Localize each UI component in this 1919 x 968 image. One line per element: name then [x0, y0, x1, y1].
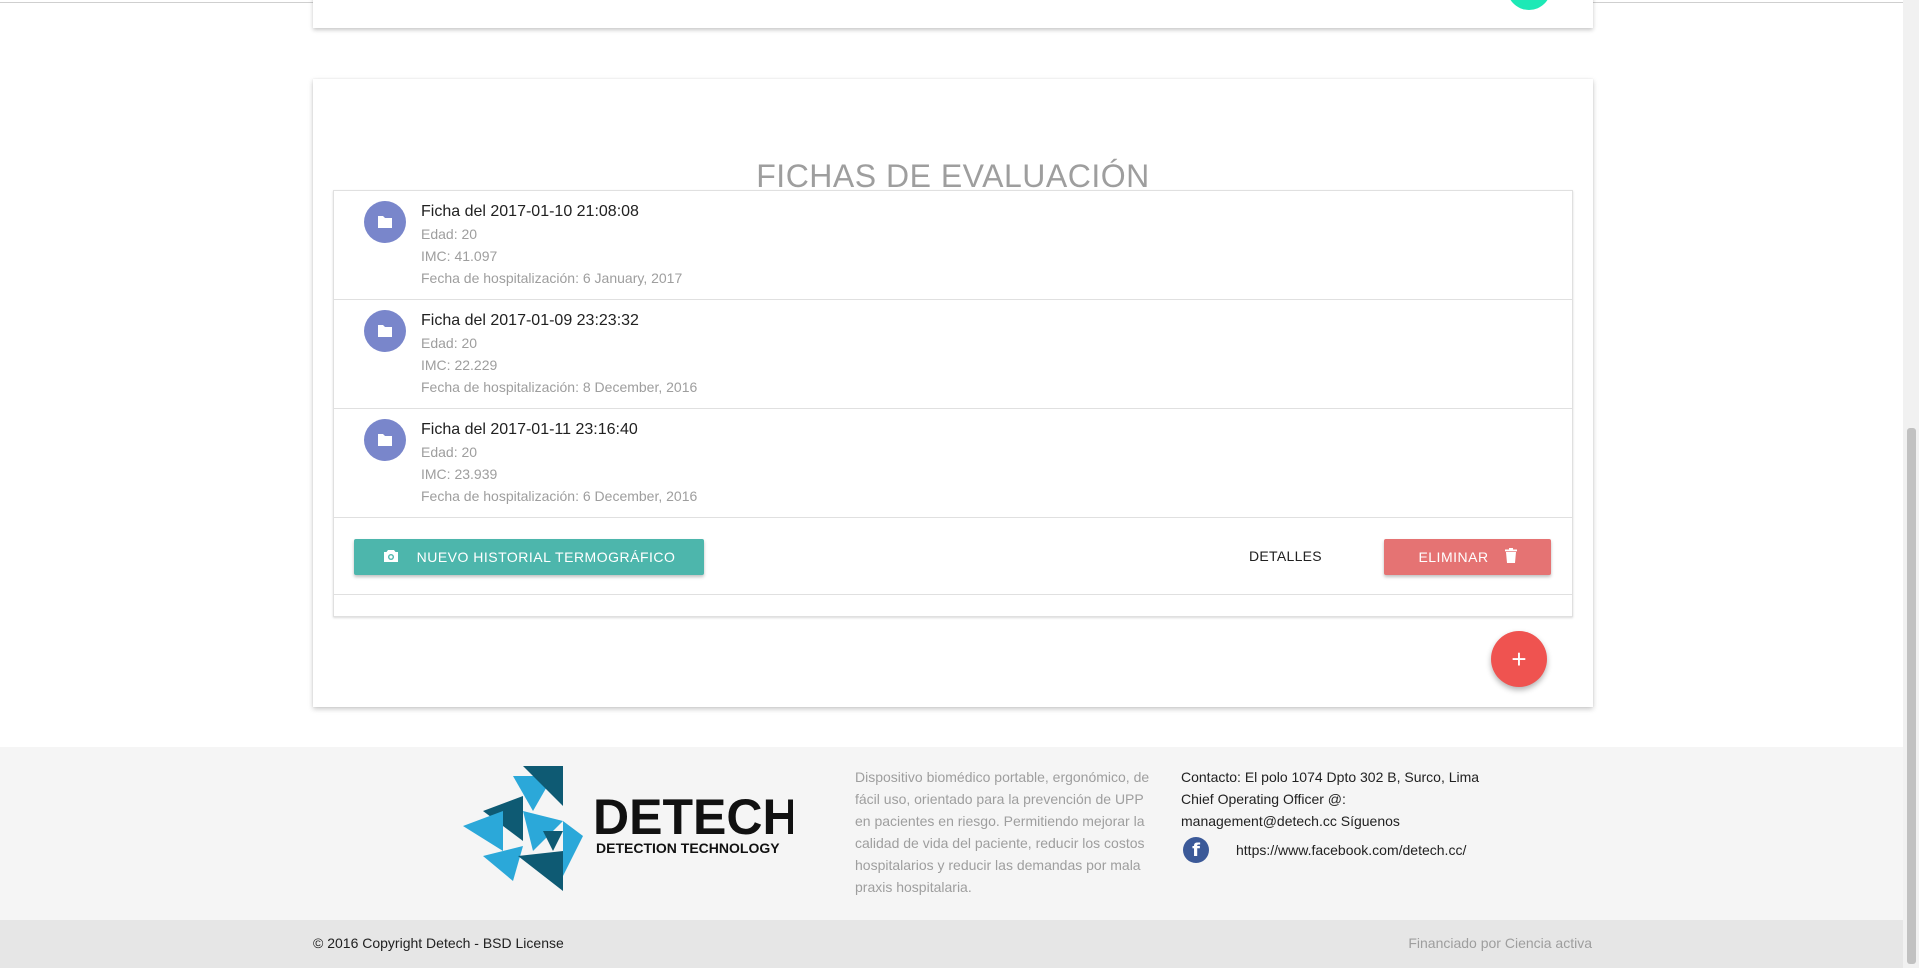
list-item[interactable]: Ficha del 2017-01-09 23:23:32 Edad: 20 I…: [334, 300, 1572, 409]
camera-icon: [383, 549, 399, 566]
ficha-edad: Edad: 20: [421, 444, 478, 460]
trash-icon: [1504, 548, 1517, 566]
list-item[interactable]: Ficha del 2017-01-10 21:08:08 Edad: 20 I…: [334, 191, 1572, 300]
facebook-link[interactable]: https://www.facebook.com/detech.cc/: [1236, 842, 1466, 858]
fichas-list: Ficha del 2017-01-10 21:08:08 Edad: 20 I…: [333, 190, 1573, 617]
ficha-imc: IMC: 23.939: [421, 466, 498, 482]
ficha-imc: IMC: 41.097: [421, 248, 498, 264]
ficha-edad: Edad: 20: [421, 226, 478, 242]
list-item[interactable]: Ficha del 2017-01-11 23:16:40 Edad: 20 I…: [334, 409, 1572, 518]
ficha-imc: IMC: 22.229: [421, 357, 498, 373]
previous-card: [313, 0, 1593, 28]
nuevo-historial-label: NUEVO HISTORIAL TERMOGRÁFICO: [416, 549, 676, 565]
funded-by-link[interactable]: Financiado por Ciencia activa: [1408, 935, 1592, 951]
footer-bottom: © 2016 Copyright Detech - BSD License Fi…: [0, 920, 1903, 968]
logo-name: DETECH: [593, 789, 793, 845]
folder-icon: [364, 201, 406, 243]
detech-logo: DETECH DETECTION TECHNOLOGY: [463, 766, 799, 896]
add-ficha-button[interactable]: +: [1491, 631, 1547, 687]
page: FICHAS DE EVALUACIÓN Ficha del 2017-01-1…: [0, 0, 1919, 968]
folder-icon: [364, 310, 406, 352]
footer-contact: Contacto: El polo 1074 Dpto 302 B, Surco…: [1181, 769, 1480, 829]
ficha-title: Ficha del 2017-01-09 23:23:32: [421, 312, 639, 329]
footer: DETECH DETECTION TECHNOLOGY Dispositivo …: [0, 747, 1903, 920]
ficha-edad: Edad: 20: [421, 335, 478, 351]
facebook-icon[interactable]: f: [1183, 837, 1209, 863]
facebook-row[interactable]: f https://www.facebook.com/detech.cc/: [1181, 837, 1466, 863]
ficha-fecha: Fecha de hospitalización: 8 December, 20…: [421, 379, 698, 395]
folder-icon: [364, 419, 406, 461]
logo-tagline: DETECTION TECHNOLOGY: [596, 840, 780, 856]
footer-description: Dispositivo biomédico portable, ergonómi…: [855, 769, 1150, 895]
fichas-card: FICHAS DE EVALUACIÓN Ficha del 2017-01-1…: [313, 79, 1593, 707]
nuevo-historial-button[interactable]: NUEVO HISTORIAL TERMOGRÁFICO: [354, 539, 704, 575]
ficha-title: Ficha del 2017-01-10 21:08:08: [421, 203, 639, 220]
list-actions: NUEVO HISTORIAL TERMOGRÁFICO DETALLES EL…: [334, 518, 1572, 595]
ficha-fecha: Fecha de hospitalización: 6 January, 201…: [421, 270, 683, 286]
previous-fab[interactable]: [1507, 0, 1551, 10]
scrollbar-thumb[interactable]: [1907, 428, 1916, 964]
ficha-title: Ficha del 2017-01-11 23:16:40: [421, 421, 638, 438]
detalles-button[interactable]: DETALLES: [1249, 548, 1322, 564]
ficha-fecha: Fecha de hospitalización: 6 December, 20…: [421, 488, 698, 504]
copyright: © 2016 Copyright Detech - BSD License: [313, 935, 564, 951]
eliminar-button[interactable]: ELIMINAR: [1384, 539, 1551, 575]
eliminar-label: ELIMINAR: [1418, 549, 1489, 565]
scrollbar[interactable]: [1903, 0, 1919, 968]
